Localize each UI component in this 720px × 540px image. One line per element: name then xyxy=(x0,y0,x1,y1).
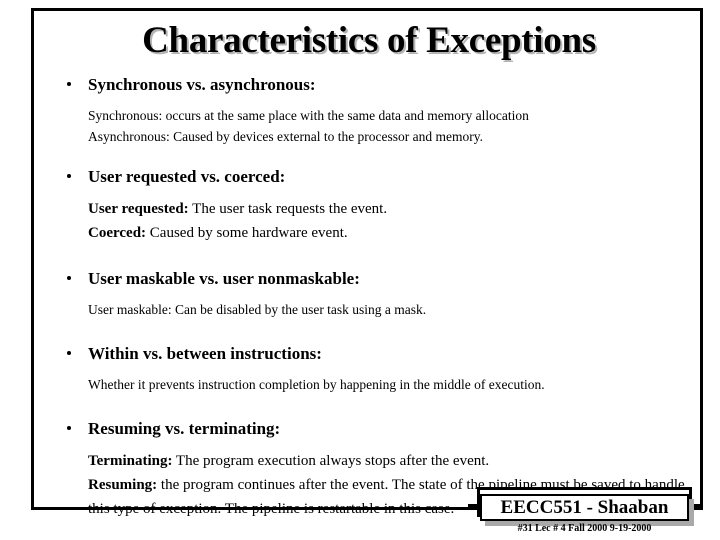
subline-text: Asynchronous: Caused by devices external… xyxy=(88,129,484,144)
bullet-row: User maskable vs. user nonmaskable: xyxy=(62,268,692,290)
bullet-subline: Whether it prevents instruction completi… xyxy=(62,374,692,395)
subline-text: Synchronous: occurs at the same place wi… xyxy=(88,108,529,123)
bullet-heading: User maskable vs. user nonmaskable: xyxy=(88,269,360,288)
subline-lead: User requested: xyxy=(88,201,189,217)
bullet-row: Within vs. between instructions: xyxy=(62,343,692,365)
bullet-subline: Coerced: Caused by some hardware event. xyxy=(62,221,692,245)
bullet-block-within-between: Within vs. between instructions: Whether… xyxy=(62,343,692,395)
bullet-subline: User maskable: Can be disabled by the us… xyxy=(62,299,692,320)
subline-lead: Coerced: xyxy=(88,225,147,241)
bullet-dot-icon xyxy=(67,276,71,281)
bullet-heading: Within vs. between instructions: xyxy=(88,344,322,363)
bullet-row: Synchronous vs. asynchronous: xyxy=(62,74,692,96)
bullet-dot-icon xyxy=(67,426,71,431)
bullet-heading: Resuming vs. terminating: xyxy=(88,419,281,438)
subline-lead: Resuming: xyxy=(88,477,158,493)
bullet-subline: Synchronous: occurs at the same place wi… xyxy=(62,105,692,126)
footer-badge: EECC551 - Shaaban #31 Lec # 4 Fall 2000 … xyxy=(468,487,700,537)
bullet-block-synchronous: Synchronous vs. asynchronous: Synchronou… xyxy=(62,74,692,147)
subline-text: The program execution always stops after… xyxy=(172,453,490,469)
bullet-block-user-requested: User requested vs. coerced: User request… xyxy=(62,166,692,245)
bullet-subline: Asynchronous: Caused by devices external… xyxy=(62,126,692,147)
bullet-heading: Synchronous vs. asynchronous: xyxy=(88,75,316,94)
slide-meta: #31 Lec # 4 Fall 2000 9-19-2000 xyxy=(517,523,652,534)
bullet-dot-icon xyxy=(67,82,71,87)
bullet-row: User requested vs. coerced: xyxy=(62,166,692,188)
bullet-row: Resuming vs. terminating: xyxy=(62,418,692,440)
bullet-dot-icon xyxy=(67,351,71,356)
bullet-subline: User requested: The user task requests t… xyxy=(62,197,692,221)
bullet-heading: User requested vs. coerced: xyxy=(88,167,286,186)
badge-box: EECC551 - Shaaban xyxy=(480,494,689,521)
slide-body: Synchronous vs. asynchronous: Synchronou… xyxy=(62,74,692,521)
subline-text: User maskable: Can be disabled by the us… xyxy=(88,302,427,317)
subline-lead: Terminating: xyxy=(88,453,173,469)
bullet-subline: Terminating: The program execution alway… xyxy=(62,449,692,473)
bullet-dot-icon xyxy=(67,174,71,179)
bullet-block-user-maskable: User maskable vs. user nonmaskable: User… xyxy=(62,268,692,320)
subline-text: Caused by some hardware event. xyxy=(146,225,348,241)
page-title: Characteristics of Exceptions xyxy=(142,20,596,61)
subline-text: The user task requests the event. xyxy=(188,201,388,217)
subline-text: Whether it prevents instruction completi… xyxy=(88,377,545,392)
course-label: EECC551 - Shaaban xyxy=(500,497,669,518)
